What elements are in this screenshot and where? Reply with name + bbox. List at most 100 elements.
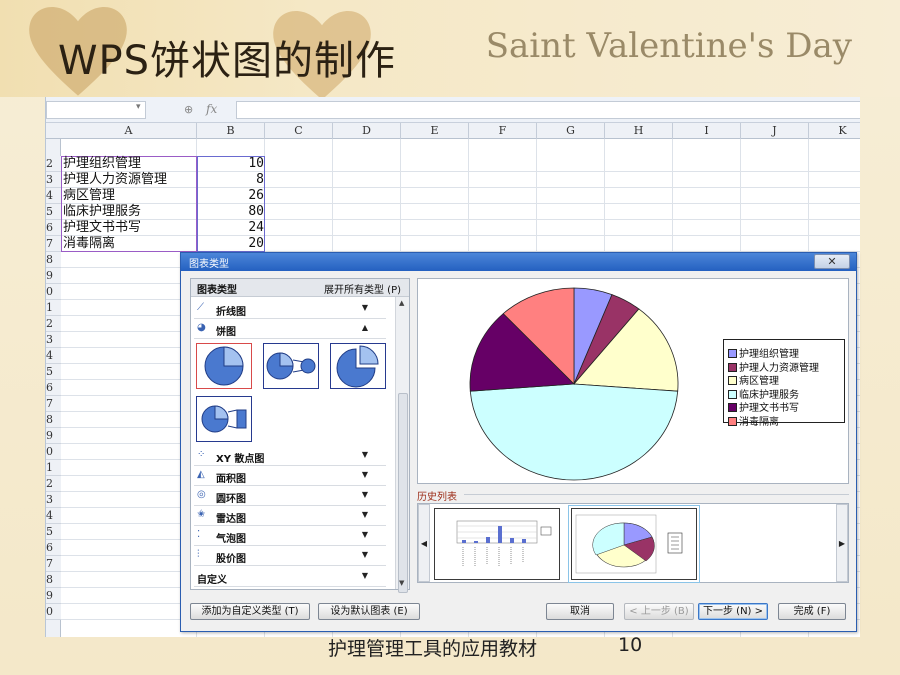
row-header[interactable]: 3 bbox=[46, 172, 61, 188]
column-header[interactable]: K bbox=[809, 123, 860, 139]
close-button[interactable]: ✕ bbox=[814, 254, 850, 269]
column-header[interactable]: G bbox=[537, 123, 605, 139]
legend-item: 临床护理服务 bbox=[728, 386, 799, 401]
row-header[interactable]: 4 bbox=[46, 348, 61, 364]
row-header[interactable]: 0 bbox=[46, 444, 61, 460]
row-header[interactable]: 8 bbox=[46, 412, 61, 428]
chart-type-line[interactable]: ⟋ 折线图 ▼ bbox=[194, 300, 386, 319]
row-header[interactable]: 4 bbox=[46, 188, 61, 204]
row-header[interactable]: 0 bbox=[46, 284, 61, 300]
chart-type-label: XY 散点图 bbox=[216, 454, 265, 465]
cell-label[interactable]: 病区管理 bbox=[63, 188, 115, 204]
cell-label[interactable]: 消毒隔离 bbox=[63, 236, 115, 252]
previous-button[interactable]: < 上一步 (B) bbox=[624, 603, 694, 620]
chevron-down-icon[interactable]: ▾ bbox=[136, 102, 141, 112]
chart-type-doughnut[interactable]: ◎ 圆环图 ▼ bbox=[194, 487, 386, 506]
legend-swatch bbox=[728, 416, 737, 426]
cell-value[interactable]: 20 bbox=[198, 236, 264, 252]
chevron-down-icon: ▼ bbox=[361, 470, 368, 479]
chevron-left-icon[interactable]: ◀ bbox=[418, 504, 430, 582]
row-header[interactable]: 5 bbox=[46, 524, 61, 540]
cell-value[interactable]: 8 bbox=[198, 172, 264, 188]
column-header[interactable]: J bbox=[741, 123, 809, 139]
finish-button[interactable]: 完成 (F) bbox=[778, 603, 846, 620]
row-header[interactable]: 2 bbox=[46, 156, 61, 172]
cancel-button[interactable]: 取消 bbox=[546, 603, 614, 620]
row-header[interactable]: 0 bbox=[46, 604, 61, 620]
chart-type-stock[interactable]: ⫶ 股价图 ▼ bbox=[194, 547, 386, 566]
row-header[interactable]: 9 bbox=[46, 588, 61, 604]
cell-label[interactable]: 护理文书书写 bbox=[63, 220, 141, 236]
scroll-down-icon[interactable]: ▼ bbox=[399, 579, 404, 587]
fx-icon[interactable]: fx bbox=[206, 102, 217, 116]
chart-type-bubble[interactable]: ⁚ 气泡图 ▼ bbox=[194, 527, 386, 546]
row-header[interactable]: 6 bbox=[46, 380, 61, 396]
cell-label[interactable]: 护理人力资源管理 bbox=[63, 172, 167, 188]
scroll-up-icon[interactable]: ▲ bbox=[399, 299, 404, 307]
row-header[interactable]: 4 bbox=[46, 508, 61, 524]
chart-type-label: 面积图 bbox=[216, 474, 246, 485]
expand-all-types-link[interactable]: 展开所有类型 (P) bbox=[324, 281, 401, 296]
chart-type-scrollbar[interactable]: ▲ ▼ bbox=[395, 297, 409, 593]
column-header[interactable]: C bbox=[265, 123, 333, 139]
row-header[interactable]: 6 bbox=[46, 220, 61, 236]
column-header[interactable]: B bbox=[197, 123, 265, 139]
legend-swatch bbox=[728, 403, 737, 412]
banner-script-text: Saint Valentine's Day bbox=[485, 26, 852, 66]
cell-value[interactable]: 24 bbox=[198, 220, 264, 236]
column-header[interactable]: H bbox=[605, 123, 673, 139]
column-header[interactable]: D bbox=[333, 123, 401, 139]
column-header[interactable]: F bbox=[469, 123, 537, 139]
cell-label[interactable]: 护理组织管理 bbox=[63, 156, 141, 172]
chart-legend: 护理组织管理 护理人力资源管理 病区管理 临床护理服务 护理文书书写 消毒隔离 bbox=[723, 339, 845, 428]
scrollbar-thumb[interactable] bbox=[398, 393, 408, 593]
row-header[interactable]: 8 bbox=[46, 572, 61, 588]
dialog-title: 图表类型 bbox=[189, 259, 229, 270]
dialog-titlebar[interactable]: 图表类型 ✕ bbox=[181, 253, 856, 271]
zoom-icon[interactable]: ⊕ bbox=[184, 103, 193, 116]
history-thumbnail-bar[interactable] bbox=[434, 508, 560, 580]
next-button[interactable]: 下一步 (N) > bbox=[698, 603, 768, 620]
exploded-pie-subtype[interactable] bbox=[330, 343, 386, 389]
row-header[interactable]: 5 bbox=[46, 364, 61, 380]
row-header[interactable]: 9 bbox=[46, 268, 61, 284]
chart-type-label: 股价图 bbox=[216, 554, 246, 565]
chart-type-label: 折线图 bbox=[216, 307, 246, 318]
row-header[interactable]: 9 bbox=[46, 428, 61, 444]
row-header[interactable]: 7 bbox=[46, 236, 61, 252]
row-header[interactable]: 5 bbox=[46, 204, 61, 220]
column-header[interactable]: I bbox=[673, 123, 741, 139]
row-header[interactable]: 2 bbox=[46, 476, 61, 492]
bar-of-pie-subtype[interactable] bbox=[196, 396, 252, 442]
chevron-right-icon[interactable]: ▶ bbox=[836, 504, 848, 582]
history-thumbnail-pie[interactable] bbox=[571, 508, 697, 580]
chart-type-scatter[interactable]: ⁘ XY 散点图 ▼ bbox=[194, 447, 386, 466]
row-header[interactable]: 3 bbox=[46, 492, 61, 508]
chart-type-radar[interactable]: ✬ 雷达图 ▼ bbox=[194, 507, 386, 526]
column-header[interactable]: E bbox=[401, 123, 469, 139]
cell-value[interactable]: 26 bbox=[198, 188, 264, 204]
chart-type-custom[interactable]: 自定义 ▼ bbox=[194, 568, 386, 587]
chevron-down-icon: ▼ bbox=[361, 303, 368, 312]
pie-of-pie-subtype[interactable] bbox=[263, 343, 319, 389]
chart-type-area[interactable]: ◭ 面积图 ▼ bbox=[194, 467, 386, 486]
pie-subtype-2d[interactable] bbox=[196, 343, 252, 389]
cell-value[interactable]: 80 bbox=[198, 204, 264, 220]
add-custom-type-button[interactable]: 添加为自定义类型 (T) bbox=[190, 603, 310, 620]
row-header[interactable]: 7 bbox=[46, 556, 61, 572]
row-header[interactable]: 3 bbox=[46, 332, 61, 348]
row-header[interactable]: 8 bbox=[46, 252, 61, 268]
cell-value[interactable]: 10 bbox=[198, 156, 264, 172]
row-header[interactable]: 6 bbox=[46, 540, 61, 556]
row-header[interactable]: 7 bbox=[46, 396, 61, 412]
row-header[interactable]: 1 bbox=[46, 460, 61, 476]
row-header[interactable]: 1 bbox=[46, 300, 61, 316]
scatter-chart-icon: ⁘ bbox=[197, 449, 206, 460]
name-box[interactable] bbox=[46, 101, 146, 119]
chart-type-pie[interactable]: ◕ 饼图 ▲ bbox=[194, 320, 386, 339]
set-default-chart-button[interactable]: 设为默认图表 (E) bbox=[318, 603, 420, 620]
row-header[interactable]: 2 bbox=[46, 316, 61, 332]
column-header[interactable]: A bbox=[61, 123, 197, 139]
cell-label[interactable]: 临床护理服务 bbox=[63, 204, 141, 220]
formula-input[interactable] bbox=[236, 101, 860, 119]
